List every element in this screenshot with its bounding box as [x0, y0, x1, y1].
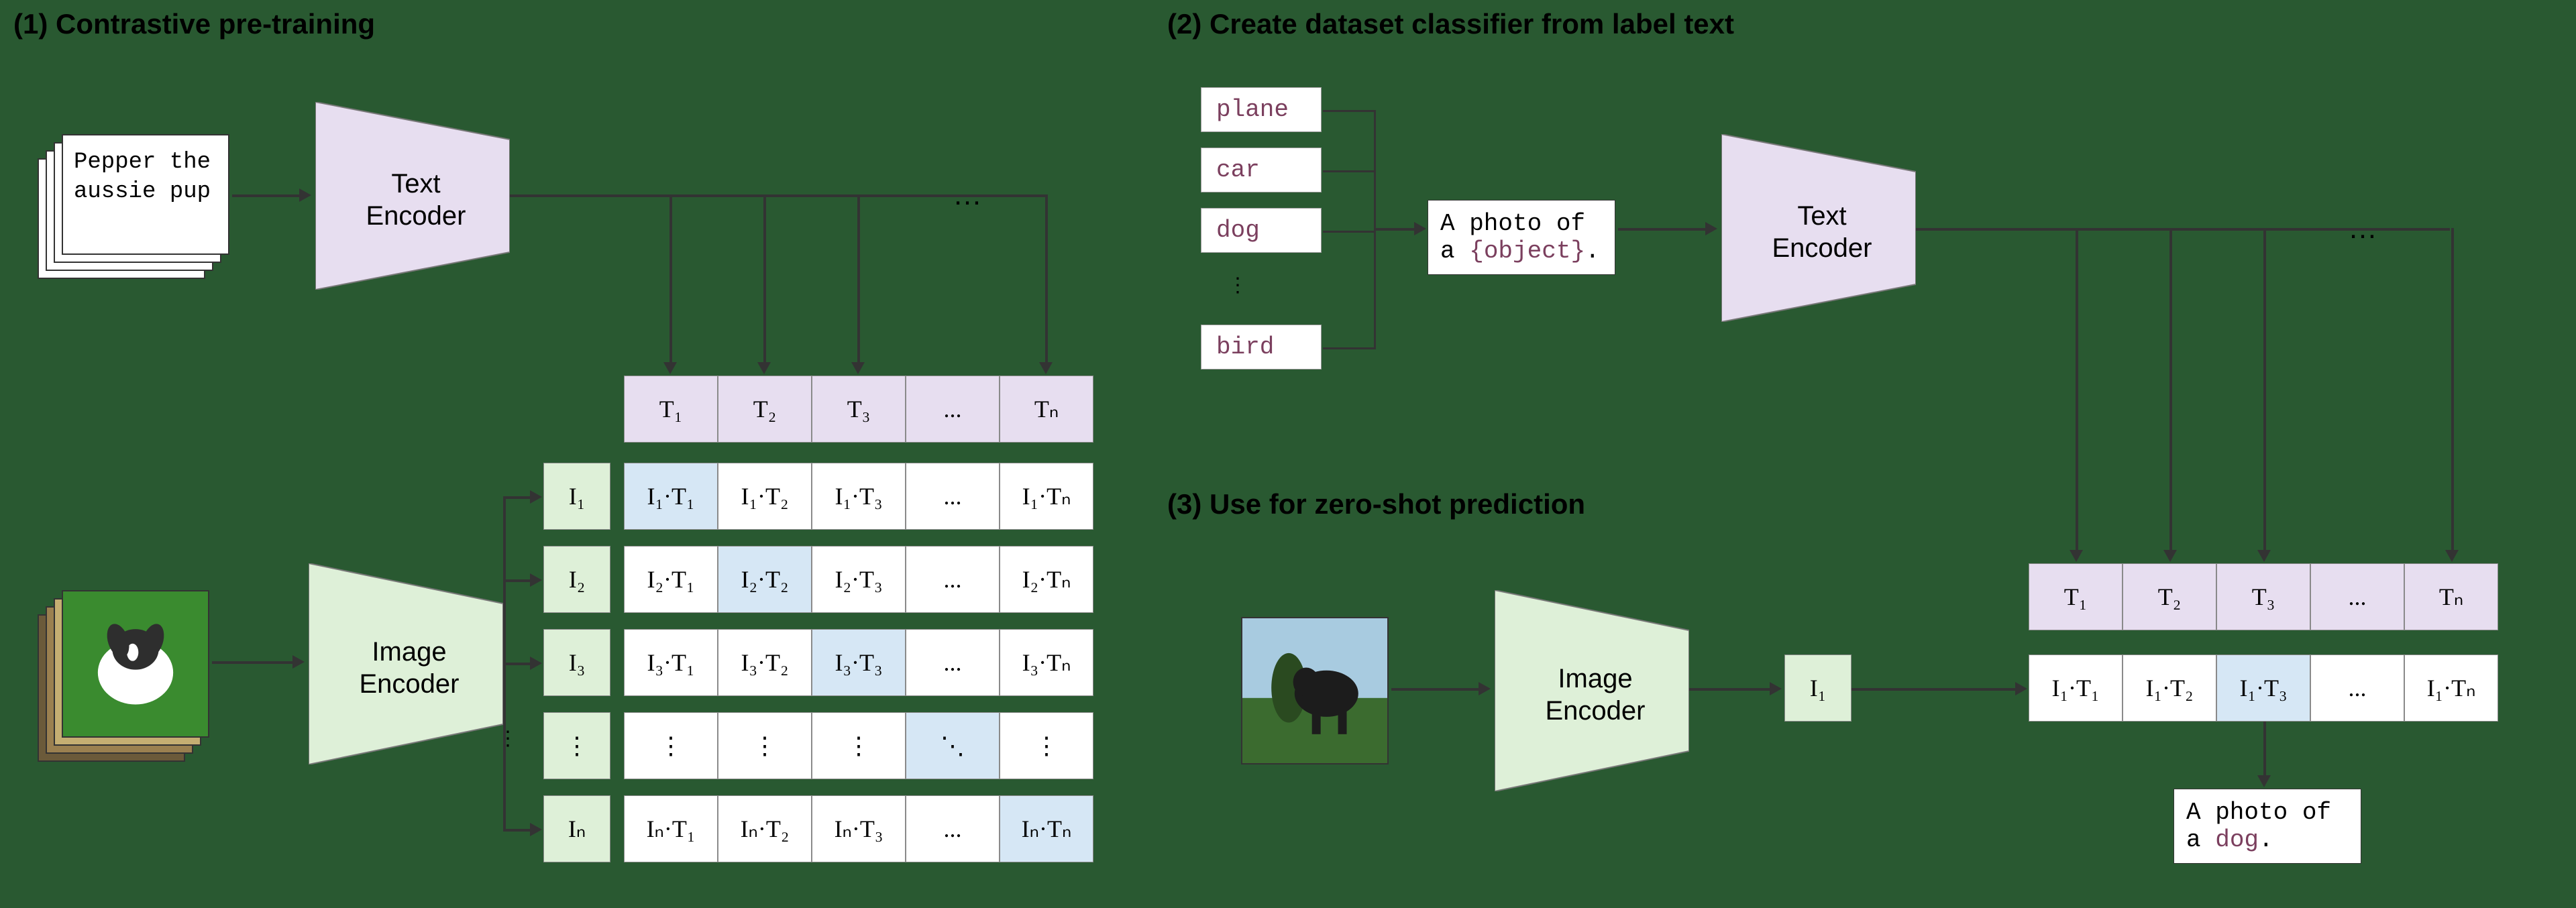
m02: I₁·T₃: [812, 463, 906, 530]
t-ell: ...: [906, 376, 1000, 443]
i2: I₂: [543, 546, 610, 613]
dog-photo-icon: [1242, 618, 1387, 763]
m31: ⋮: [718, 712, 812, 779]
text-encoder-1-label: Text Encoder: [362, 168, 470, 232]
ellipsis-h-1: …: [953, 178, 982, 212]
panel1-title: (1) Contrastive pre-training: [13, 8, 375, 40]
m13: ...: [906, 546, 1000, 613]
m22: I₃·T₃: [812, 629, 906, 696]
m12: I₂·T₃: [812, 546, 906, 613]
panel3-title: (3) Use for zero-shot prediction: [1167, 488, 1585, 520]
t1: T₁: [624, 376, 718, 443]
label-car: car: [1201, 148, 1322, 192]
p3-r3: ...: [2310, 655, 2404, 722]
labels-vdots: ⋮: [1228, 282, 1241, 290]
p3-t2: T₂: [2123, 563, 2216, 630]
i1-query: I₁: [1784, 655, 1851, 722]
vdots-1: ⋮: [498, 735, 511, 743]
m24: I₃·Tₙ: [1000, 629, 1093, 696]
text-encoder-2-label: Text Encoder: [1768, 200, 1876, 264]
m21: I₃·T₂: [718, 629, 812, 696]
p3-r2: I₁·T₃: [2216, 655, 2310, 722]
m44: Iₙ·Tₙ: [1000, 795, 1093, 862]
image-encoder-1: Image Encoder: [309, 563, 503, 764]
image-encoder-2-label: Image Encoder: [1535, 663, 1656, 727]
prompt-post: .: [1585, 237, 1600, 265]
t3: T₃: [812, 376, 906, 443]
tn: Tₙ: [1000, 376, 1093, 443]
caption-text: Pepper the aussie pup: [63, 135, 231, 219]
m23: ...: [906, 629, 1000, 696]
image-encoder-1-label: Image Encoder: [349, 636, 470, 700]
m01: I₁·T₂: [718, 463, 812, 530]
query-image: [1241, 617, 1389, 764]
i3: I₃: [543, 629, 610, 696]
p3-tn: Tₙ: [2404, 563, 2498, 630]
m41: Iₙ·T₂: [718, 795, 812, 862]
m40: Iₙ·T₁: [624, 795, 718, 862]
p3-t1: T₁: [2029, 563, 2123, 630]
m34: ⋮: [1000, 712, 1093, 779]
m30: ⋮: [624, 712, 718, 779]
m42: Iₙ·T₃: [812, 795, 906, 862]
image-encoder-2: Image Encoder: [1495, 590, 1689, 791]
panel2-title: (2) Create dataset classifier from label…: [1167, 8, 1734, 40]
m04: I₁·Tₙ: [1000, 463, 1093, 530]
t2: T₂: [718, 376, 812, 443]
prompt-template: A photo of a {object}.: [1428, 200, 1615, 275]
p3-tel: ...: [2310, 563, 2404, 630]
i-vdots: ⋮: [543, 712, 610, 779]
label-plane: plane: [1201, 87, 1322, 132]
m14: I₂·Tₙ: [1000, 546, 1093, 613]
p3-r0: I₁·T₁: [2029, 655, 2123, 722]
m32: ⋮: [812, 712, 906, 779]
ellipsis-h-2: …: [2348, 212, 2377, 245]
prediction-output: A photo of a dog.: [2174, 789, 2361, 864]
label-bird: bird: [1201, 325, 1322, 370]
m11: I₂·T₂: [718, 546, 812, 613]
p3-r4: I₁·Tₙ: [2404, 655, 2498, 722]
m00: I₁·T₁: [624, 463, 718, 530]
out-post: .: [2259, 826, 2273, 854]
m20: I₃·T₁: [624, 629, 718, 696]
m03: ...: [906, 463, 1000, 530]
p3-t3: T₃: [2216, 563, 2310, 630]
out-object: dog: [2215, 826, 2259, 854]
m43: ...: [906, 795, 1000, 862]
m33: ⋱: [906, 712, 1000, 779]
i1: I₁: [543, 463, 610, 530]
text-encoder-1: Text Encoder: [315, 102, 510, 290]
puppy-icon: [63, 591, 208, 736]
in: Iₙ: [543, 795, 610, 862]
text-encoder-2: Text Encoder: [1721, 134, 1916, 322]
label-dog: dog: [1201, 208, 1322, 253]
p3-r1: I₁·T₂: [2123, 655, 2216, 722]
m10: I₂·T₁: [624, 546, 718, 613]
prompt-object: {object}: [1469, 237, 1585, 265]
